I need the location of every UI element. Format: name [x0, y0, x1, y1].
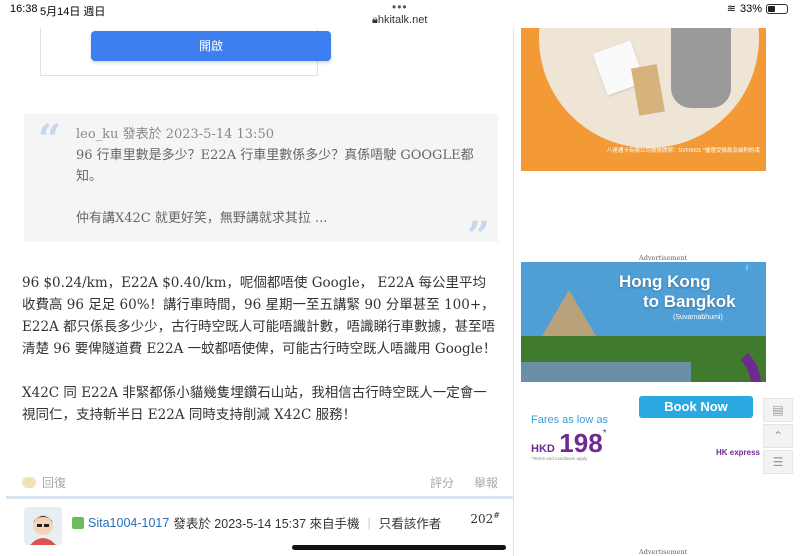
fares-text: Fares as low as — [531, 414, 609, 426]
status-date: 5月14日 週日 — [40, 6, 106, 18]
post-paragraph-1: 96 $0.24/km，E22A $0.40/km，呢個都唔使 Google， … — [22, 275, 497, 357]
only-author-link[interactable]: 只看該作者 — [379, 513, 442, 532]
floor-number[interactable]: 202# — [470, 511, 500, 526]
quote-date: 發表於 2023-5-14 13:50 — [118, 127, 274, 142]
close-ad-icon[interactable]: ✕ — [755, 262, 764, 275]
ad-price: HKD 198* — [531, 428, 607, 459]
forum-thread: 開啟 “ leo_ku 發表於 2023-5-14 13:50 96 行車里數是… — [6, 28, 514, 556]
post-actions: 回復 評分 舉報 — [22, 470, 498, 494]
report-link[interactable]: 舉報 — [474, 474, 498, 491]
address-url[interactable]: 🔒︎hkitalk.net — [372, 14, 427, 27]
avatar[interactable] — [24, 507, 62, 545]
status-right: ≋ 33% — [727, 2, 788, 15]
ad-water — [521, 362, 691, 384]
back-to-top-icon[interactable]: ⌃ — [763, 424, 793, 448]
url-text: hkitalk.net — [377, 14, 428, 26]
shopping-ad-banner[interactable]: 八達通卡有限公司放債牌照：SVF0001 *優惠受條款及細則約束 — [521, 28, 766, 171]
quote-line-2: 仲有講X42C 就更好笑，無野講就求其拉 ... — [76, 211, 328, 226]
home-indicator[interactable] — [292, 545, 506, 550]
ad-subtitle: (Suvarnabhumi) — [673, 314, 723, 321]
floating-tools: ▤ ⌃ ☰ — [763, 398, 795, 476]
next-post-meta: Sita1004-1017 發表於 2023-5-14 15:37 來自手機 |… — [72, 513, 441, 532]
sidebar-ads: 八達通卡有限公司放債牌照：SVF0001 *優惠受條款及細則約束 Adverti… — [515, 28, 800, 556]
price-amount: 198 — [559, 428, 603, 458]
ad-model-image — [671, 28, 731, 108]
post-meta-date: 發表於 2023-5-14 15:37 來自手機 — [173, 517, 360, 531]
quote-close-icon: ” — [466, 213, 490, 260]
hk-express-ad[interactable]: Hong Kong to Bangkok (Suvarnabhumi) i ✕ … — [521, 262, 766, 464]
quote-text: leo_ku 發表於 2023-5-14 13:50 96 行車里數是多少？E2… — [76, 124, 486, 229]
open-app-box: 開啟 — [40, 28, 331, 76]
quote-meta: leo_ku 發表於 2023-5-14 13:50 — [76, 124, 486, 145]
ad-fine-print: 八達通卡有限公司放債牌照：SVF0001 *優惠受條款及細則約束 — [606, 148, 760, 154]
open-button[interactable]: 開啟 — [91, 31, 331, 61]
comment-icon[interactable]: ▤ — [763, 398, 793, 422]
multitask-dots-icon[interactable]: ••• — [392, 0, 408, 14]
adchoices-icon[interactable]: i — [742, 264, 752, 274]
post-body: 96 $0.24/km，E22A $0.40/km，呢個都唔使 Google， … — [22, 272, 498, 448]
rate-link[interactable]: 評分 — [430, 474, 454, 491]
post-paragraph-2: X42C 同 E22A 非緊都係小貓幾隻埋鑽石山站，我相信古行時空既人一定會一視… — [22, 385, 487, 423]
reply-button[interactable]: 回復 — [22, 474, 66, 491]
ad-title-line-1: Hong Kong — [619, 272, 711, 291]
floor-value: 202 — [470, 512, 494, 526]
floor-mark: # — [493, 511, 500, 520]
quote-line-1: 96 行車里數是多少？E22A 行車里數係多少？真係唔駛 GOOGLE都知。 — [76, 148, 474, 184]
hk-express-logo: HK express — [715, 448, 760, 457]
quote-open-icon: “ — [38, 116, 62, 163]
list-icon[interactable]: ☰ — [763, 450, 793, 474]
ad-terms: *Terms and conditions apply — [531, 456, 588, 461]
book-now-button[interactable]: Book Now — [639, 396, 753, 418]
ad-label: Advertisement — [639, 254, 688, 262]
status-bar: 16:38 5月14日 週日 ••• 🔒︎hkitalk.net ≋ 33% — [0, 0, 800, 28]
ad-label: Advertisement — [639, 548, 688, 556]
wifi-icon: ≋ — [726, 3, 736, 15]
username-link[interactable]: Sita1004-1017 — [88, 516, 169, 530]
reply-bubble-icon — [22, 477, 36, 488]
quote-author[interactable]: leo_ku — [76, 127, 118, 142]
user-icon — [72, 516, 84, 529]
price-currency: HKD — [531, 443, 555, 455]
quote-block: “ leo_ku 發表於 2023-5-14 13:50 96 行車里數是多少？… — [24, 114, 498, 260]
battery-percent: 33% — [739, 2, 762, 15]
reply-label: 回復 — [42, 476, 67, 490]
price-mark: * — [602, 428, 607, 439]
separator: | — [367, 515, 371, 530]
battery-icon — [766, 3, 788, 14]
ad-title-line-2: to Bangkok — [643, 292, 736, 311]
status-time: 16:38 — [10, 3, 38, 15]
